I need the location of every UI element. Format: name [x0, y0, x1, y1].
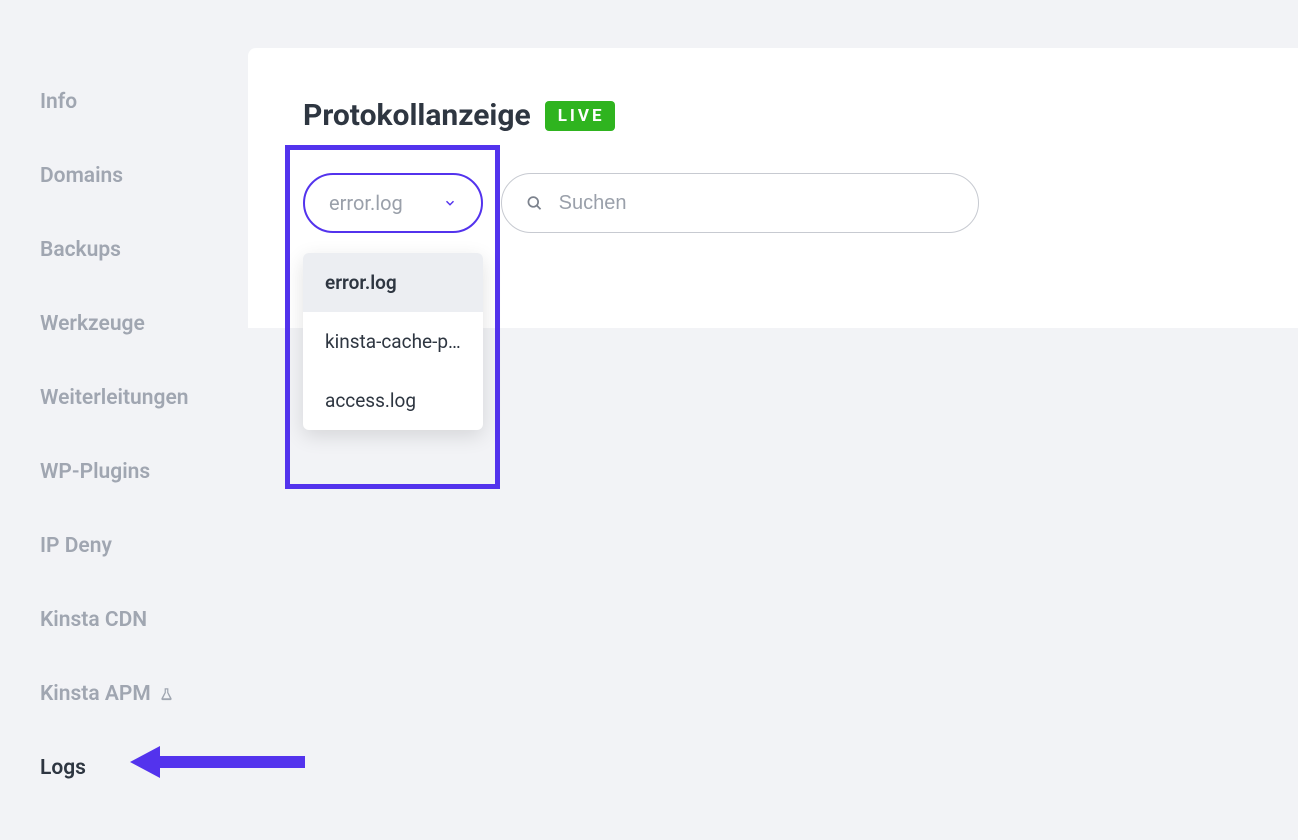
sidebar-item-label: IP Deny	[40, 534, 112, 558]
sidebar-item-ip-deny[interactable]: IP Deny	[40, 534, 240, 558]
chevron-down-icon	[443, 196, 457, 210]
search-input[interactable]	[559, 192, 954, 215]
sidebar-item-domains[interactable]: Domains	[40, 164, 240, 188]
search-icon	[526, 194, 543, 212]
log-file-select[interactable]: error.log	[303, 173, 483, 233]
beaker-icon	[159, 687, 174, 702]
controls-row: error.log error.log kinsta-cache-p… acce…	[303, 173, 1243, 233]
live-badge: LIVE	[545, 101, 615, 131]
sidebar-item-label: Kinsta APM	[40, 682, 151, 706]
log-file-dropdown: error.log kinsta-cache-p… access.log	[303, 253, 483, 430]
sidebar-item-kinsta-cdn[interactable]: Kinsta CDN	[40, 608, 240, 632]
sidebar-item-label: Werkzeuge	[40, 312, 145, 336]
search-field-wrapper[interactable]	[501, 173, 979, 233]
sidebar-item-label: Logs	[40, 756, 86, 780]
page-title: Protokollanzeige	[303, 98, 531, 133]
sidebar-item-label: WP-Plugins	[40, 460, 150, 484]
dropdown-option-kinsta-cache[interactable]: kinsta-cache-p…	[303, 312, 483, 371]
main-panel: Protokollanzeige LIVE error.log error.lo…	[248, 48, 1298, 328]
sidebar-item-redirects[interactable]: Weiterleitungen	[40, 386, 240, 410]
sidebar-item-logs[interactable]: Logs	[40, 756, 240, 780]
header-row: Protokollanzeige LIVE	[303, 98, 1243, 133]
log-file-select-value: error.log	[329, 191, 403, 215]
dropdown-option-access-log[interactable]: access.log	[303, 371, 483, 430]
dropdown-option-error-log[interactable]: error.log	[303, 253, 483, 312]
sidebar-item-label: Info	[40, 90, 77, 114]
sidebar-item-label: Weiterleitungen	[40, 386, 188, 410]
sidebar-item-label: Domains	[40, 164, 123, 188]
sidebar-item-info[interactable]: Info	[40, 90, 240, 114]
sidebar-item-wp-plugins[interactable]: WP-Plugins	[40, 460, 240, 484]
sidebar: Info Domains Backups Werkzeuge Weiterlei…	[40, 90, 240, 830]
sidebar-item-backups[interactable]: Backups	[40, 238, 240, 262]
sidebar-item-tools[interactable]: Werkzeuge	[40, 312, 240, 336]
sidebar-item-label: Backups	[40, 238, 121, 262]
sidebar-item-kinsta-apm[interactable]: Kinsta APM	[40, 682, 240, 706]
sidebar-item-label: Kinsta CDN	[40, 608, 147, 632]
